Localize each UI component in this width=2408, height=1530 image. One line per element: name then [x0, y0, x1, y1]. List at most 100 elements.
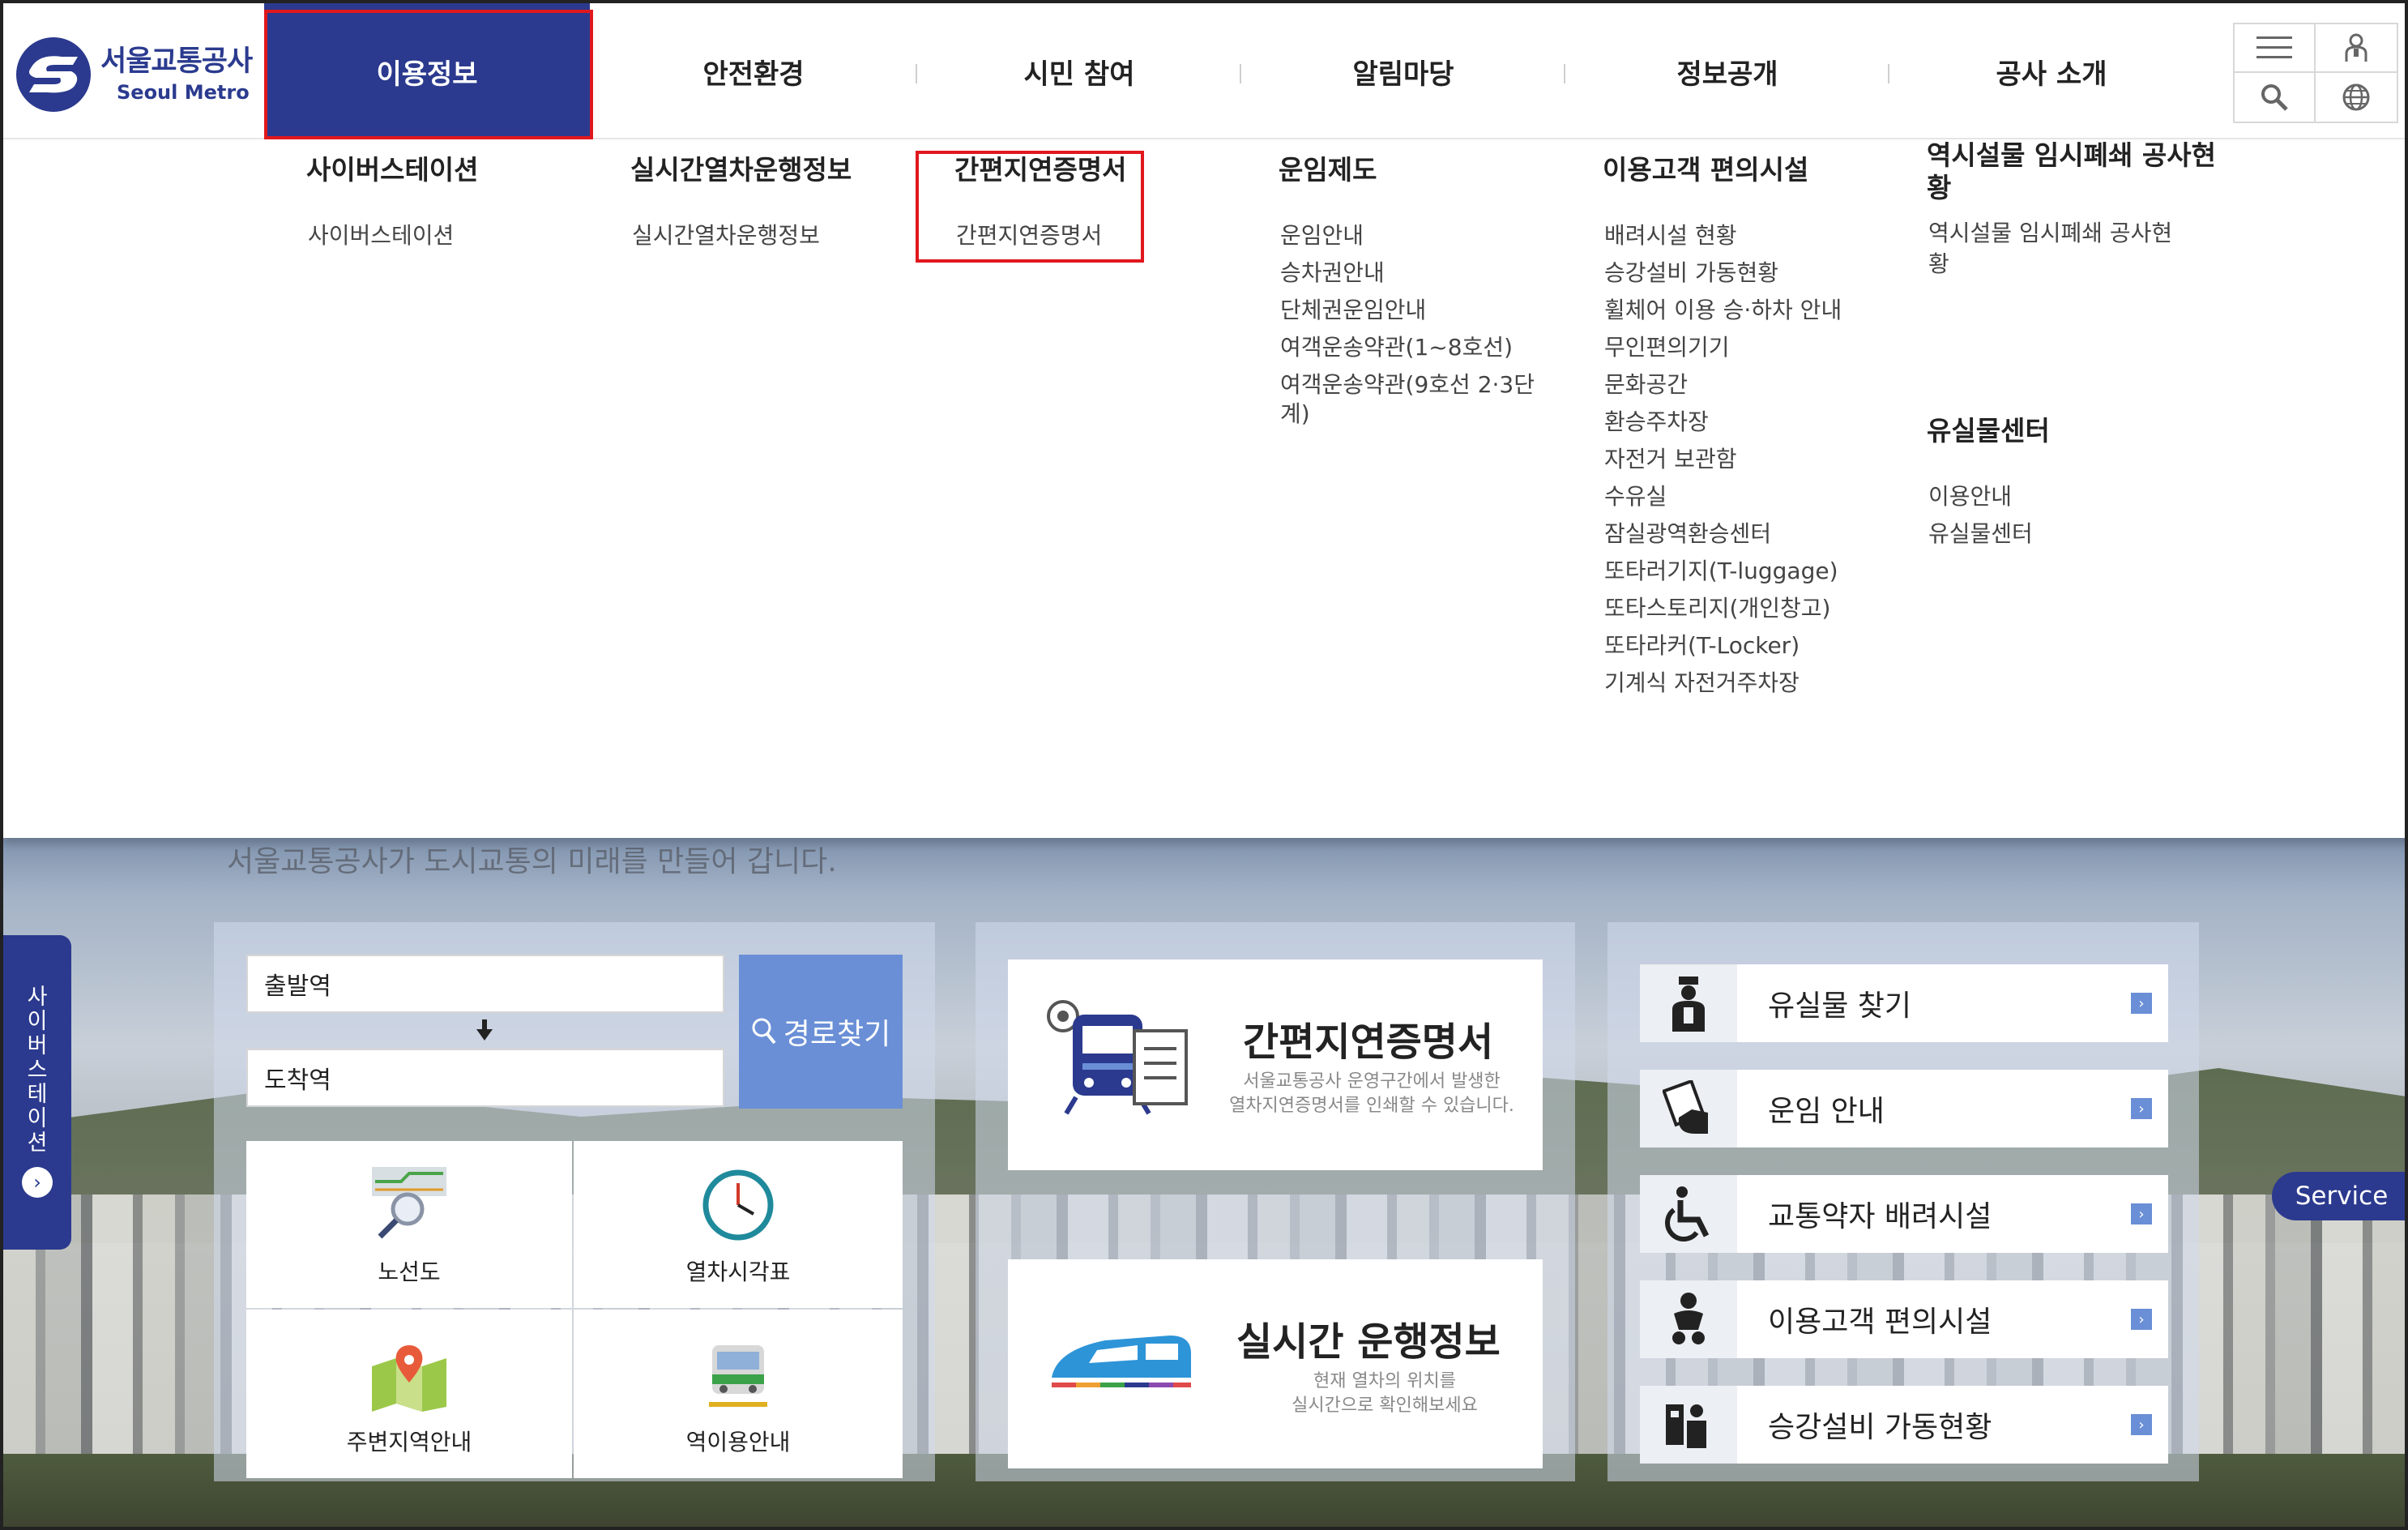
quick-link-nearby-area[interactable]: 주변지역안내	[246, 1310, 572, 1478]
quick-link-station-guide[interactable]: 역이용안내	[574, 1310, 903, 1478]
menu-link[interactable]: 또타러기지(T-luggage)	[1604, 553, 1842, 590]
menu-link[interactable]: 또타라커(T-Locker)	[1604, 627, 1842, 665]
menu-group-items: 이용안내 유실물센터	[1928, 478, 2033, 553]
menu-group-title[interactable]: 실시간열차운행정보	[630, 154, 852, 186]
user-icon[interactable]	[2316, 24, 2397, 73]
menu-group-items: 실시간열차운행정보	[632, 217, 820, 254]
baby-icon	[1640, 1280, 1737, 1358]
side-tab-char: 버	[27, 1033, 48, 1058]
menu-link[interactable]: 휠체어 이용 승·하차 안내	[1604, 292, 1842, 329]
service-lost-found[interactable]: 유실물 찾기 ›	[1640, 964, 2168, 1042]
menu-link[interactable]: 무인편의기기	[1604, 329, 1842, 366]
seoul-metro-logo-icon	[16, 37, 91, 112]
side-tab-char: 이	[27, 1106, 48, 1131]
departure-input[interactable]: 출발역	[246, 955, 724, 1013]
service-label: 교통약자 배려시설	[1768, 1200, 1992, 1233]
chevron-right-icon: ›	[22, 1167, 53, 1198]
ticket-icon	[1640, 1070, 1737, 1148]
service-elevator-status[interactable]: 승강설비 가동현황 ›	[1640, 1386, 2168, 1464]
nav-item-about[interactable]: 공사 소개	[1889, 3, 2214, 139]
nav-item-citizen[interactable]: 시민 참여	[917, 3, 1241, 139]
menu-link[interactable]: 계)	[1280, 400, 1535, 429]
menu-icon[interactable]	[2235, 24, 2316, 73]
arrow-down-icon	[476, 1019, 493, 1041]
nav-label: 정보공개	[1676, 58, 1778, 91]
search-icon[interactable]	[2235, 73, 2316, 122]
menu-link[interactable]: 기계식 자전거주차장	[1604, 665, 1842, 702]
bullet-train-icon	[1052, 1336, 1191, 1387]
logo-korean: 서울교통공사	[100, 45, 253, 78]
menu-link[interactable]: 배려시설 현황	[1604, 217, 1842, 254]
train-icon	[709, 1345, 767, 1407]
menu-group-title[interactable]: 사이버스테이션	[306, 154, 479, 186]
menu-link[interactable]: 환승주차장	[1604, 404, 1842, 441]
elevator-icon	[1640, 1386, 1737, 1464]
menu-link[interactable]: 자전거 보관함	[1604, 441, 1842, 478]
service-fare-guide[interactable]: 운임 안내 ›	[1640, 1070, 2168, 1148]
route-map-icon	[372, 1167, 446, 1239]
menu-group-items: 배려시설 현황 승강설비 가동현황 휠체어 이용 승·하차 안내 무인편의기기 …	[1604, 217, 1842, 702]
menu-group-title[interactable]: 이용고객 편의시설	[1603, 154, 1808, 186]
side-tab-char: 이	[27, 1009, 48, 1034]
nav-item-safety[interactable]: 안전환경	[591, 3, 916, 139]
chevron-right-icon: ›	[2131, 993, 2152, 1014]
page: 서울교통공사 Seoul Metro 이용정보 안전환경 시민 참여 알림마당 …	[0, 0, 2408, 1530]
lost-property-icon	[1640, 964, 1737, 1042]
menu-group-title[interactable]: 운임제도	[1279, 154, 1377, 186]
menu-group-items: 사이버스테이션	[308, 217, 454, 254]
side-tab-char: 테	[27, 1082, 48, 1107]
quick-link-label: 주변지역안내	[346, 1429, 472, 1455]
menu-link[interactable]: 사이버스테이션	[308, 217, 454, 254]
menu-link[interactable]: 유실물센터	[1928, 515, 2033, 553]
menu-group-title[interactable]: 역시설물 임시폐쇄 공사현 황	[1927, 139, 2216, 204]
quick-link-route-map[interactable]: 노선도	[246, 1141, 572, 1308]
menu-link[interactable]: 황	[1928, 250, 2172, 279]
menu-link[interactable]: 잠실광역환승센터	[1604, 515, 1842, 553]
nav-item-notice[interactable]: 알림마당	[1241, 3, 1565, 139]
arrival-input[interactable]: 도착역	[246, 1049, 724, 1107]
chevron-right-icon: ›	[2131, 1309, 2152, 1330]
nav-label: 시민 참여	[1023, 58, 1135, 91]
menu-link[interactable]: 수유실	[1604, 478, 1842, 515]
menu-group-items: 운임안내 승차권안내 단체권운임안내 여객운송약관(1~8호선) 여객운송약관(…	[1280, 217, 1535, 429]
logo[interactable]: 서울교통공사 Seoul Metro	[15, 36, 253, 113]
utility-menu	[2233, 23, 2398, 123]
nav-label: 알림마당	[1352, 58, 1454, 91]
menu-group-title[interactable]: 간편지연증명서	[954, 154, 1127, 186]
logo-english: Seoul Metro	[117, 80, 250, 104]
side-tab-char: 션	[27, 1130, 48, 1156]
banner-description: 현재 열차의 위치를 실시간으로 확인해보세요	[1251, 1370, 1518, 1418]
service-accessibility[interactable]: 교통약자 배려시설 ›	[1640, 1175, 2168, 1253]
banner-description: 서울교통공사 운영구간에서 발생한 열차지연증명서를 인쇄할 수 있습니다.	[1214, 1070, 1530, 1118]
menu-link[interactable]: 또타스토리지(개인창고)	[1604, 590, 1842, 627]
nav-label: 공사 소개	[1996, 58, 2107, 91]
menu-link[interactable]: 역시설물 임시폐쇄 공사현	[1928, 217, 2172, 250]
delay-certificate-banner[interactable]: 간편지연증명서 서울교통공사 운영구간에서 발생한 열차지연증명서를 인쇄할 수…	[1008, 959, 1543, 1170]
menu-group-title[interactable]: 유실물센터	[1927, 415, 2050, 447]
menu-link[interactable]: 간편지연증명서	[956, 217, 1102, 254]
cyber-station-side-tab[interactable]: 사이버스테이션 ›	[3, 935, 71, 1250]
globe-icon[interactable]	[2316, 73, 2397, 122]
menu-link[interactable]: 여객운송약관(9호선 2·3단	[1280, 370, 1535, 400]
side-tab-label: 사이버스테이션	[28, 985, 48, 1156]
menu-link[interactable]: 운임안내	[1280, 217, 1535, 254]
nav-item-disclosure[interactable]: 정보공개	[1565, 3, 1889, 139]
realtime-info-banner[interactable]: 실시간 운행정보 현재 열차의 위치를 실시간으로 확인해보세요	[1008, 1259, 1543, 1468]
service-floating-button[interactable]: Service	[2272, 1172, 2405, 1220]
menu-link[interactable]: 실시간열차운행정보	[632, 217, 820, 254]
menu-link[interactable]: 단체권운임안내	[1280, 292, 1535, 329]
quick-link-label: 열차시각표	[685, 1259, 791, 1285]
nav-item-usage-info[interactable]: 이용정보	[264, 3, 590, 139]
menu-link[interactable]: 문화공간	[1604, 366, 1842, 404]
menu-link[interactable]: 이용안내	[1928, 478, 2033, 515]
menu-link[interactable]: 승차권안내	[1280, 254, 1535, 292]
menu-link[interactable]: 승강설비 가동현황	[1604, 254, 1842, 292]
route-search-label: 경로찾기	[783, 1018, 891, 1051]
banner-description-line: 열차지연증명서를 인쇄할 수 있습니다.	[1229, 1096, 1514, 1116]
quick-link-timetable[interactable]: 열차시각표	[574, 1141, 903, 1308]
service-label: 승강설비 가동현황	[1768, 1411, 1992, 1444]
menu-link[interactable]: 여객운송약관(1~8호선)	[1280, 329, 1535, 366]
chevron-right-icon: ›	[2131, 1414, 2152, 1435]
route-search-button[interactable]: 경로찾기	[739, 955, 903, 1109]
service-convenience[interactable]: 이용고객 편의시설 ›	[1640, 1280, 2168, 1358]
